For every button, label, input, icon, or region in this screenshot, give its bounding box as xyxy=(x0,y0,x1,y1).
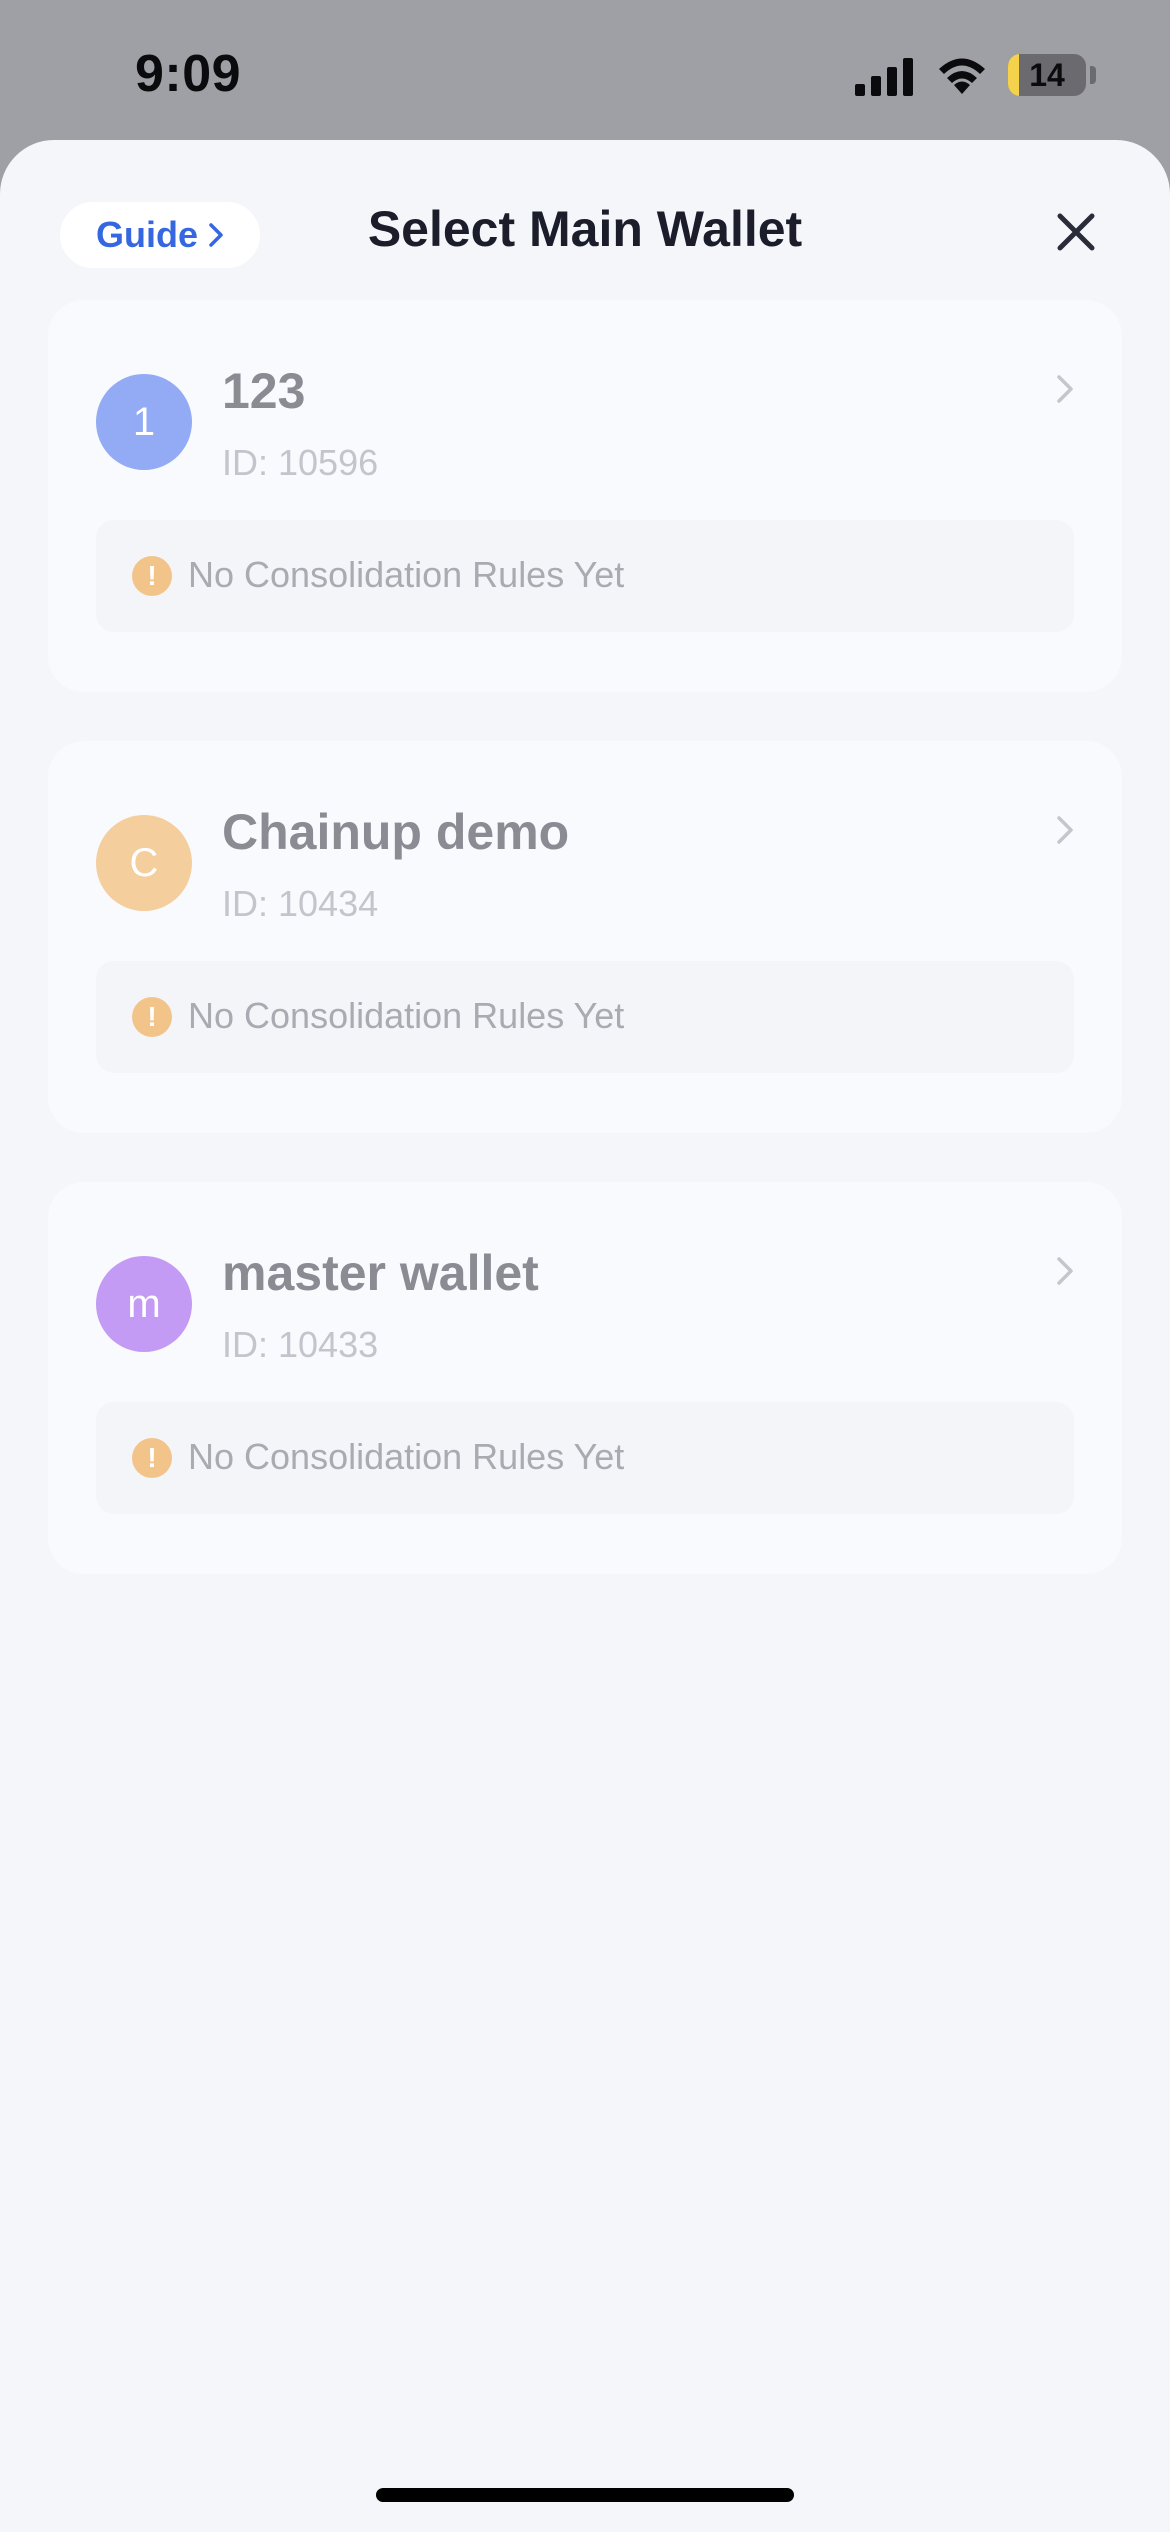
wallet-avatar: C xyxy=(96,815,192,911)
battery-level: 14 xyxy=(1029,57,1065,93)
wallet-id: ID: 10433 xyxy=(222,1324,379,1365)
warning-icon: ! xyxy=(132,556,172,596)
wallet-name: master wallet xyxy=(222,1245,539,1301)
rules-status-text: No Consolidation Rules Yet xyxy=(188,995,625,1036)
wallet-avatar: 1 xyxy=(96,374,192,470)
wallet-card[interactable]: C Chainup demo ID: 10434 ! No Consolidat… xyxy=(48,741,1122,1133)
rules-status-text: No Consolidation Rules Yet xyxy=(188,1436,625,1477)
status-bar: 9:09 14 xyxy=(0,0,1170,140)
chevron-right-icon xyxy=(1057,375,1073,403)
wallet-name: Chainup demo xyxy=(222,804,570,860)
wallet-list: 1 123 ID: 10596 ! No Consolidation Rules… xyxy=(48,300,1122,1623)
sheet-title: Select Main Wallet xyxy=(367,201,803,257)
warning-icon: ! xyxy=(132,997,172,1037)
battery-nub xyxy=(1090,66,1096,84)
consolidation-rules-notice: ! No Consolidation Rules Yet xyxy=(96,961,1074,1073)
wallet-id: ID: 10596 xyxy=(222,442,379,483)
wallet-card[interactable]: 1 123 ID: 10596 ! No Consolidation Rules… xyxy=(48,300,1122,692)
wallet-card[interactable]: m master wallet ID: 10433 ! No Consolida… xyxy=(48,1182,1122,1574)
wallet-name: 123 xyxy=(222,363,306,419)
home-indicator xyxy=(376,2488,794,2502)
battery-icon: 14 xyxy=(1008,54,1086,96)
consolidation-rules-notice: ! No Consolidation Rules Yet xyxy=(96,520,1074,632)
rules-status-text: No Consolidation Rules Yet xyxy=(188,554,625,595)
chevron-right-icon xyxy=(1057,816,1073,844)
cellular-signal-icon xyxy=(855,58,913,96)
close-icon[interactable] xyxy=(1052,208,1100,256)
status-time: 9:09 xyxy=(135,45,242,103)
wifi-icon xyxy=(939,58,985,94)
select-main-wallet-sheet: Guide Select Main Wallet 1 123 ID: 10596… xyxy=(0,140,1170,2532)
warning-icon: ! xyxy=(132,1438,172,1478)
wallet-avatar: m xyxy=(96,1256,192,1352)
sheet-header: Guide Select Main Wallet xyxy=(0,140,1170,300)
wallet-id: ID: 10434 xyxy=(222,883,379,924)
chevron-right-icon xyxy=(1057,1257,1073,1285)
consolidation-rules-notice: ! No Consolidation Rules Yet xyxy=(96,1402,1074,1514)
